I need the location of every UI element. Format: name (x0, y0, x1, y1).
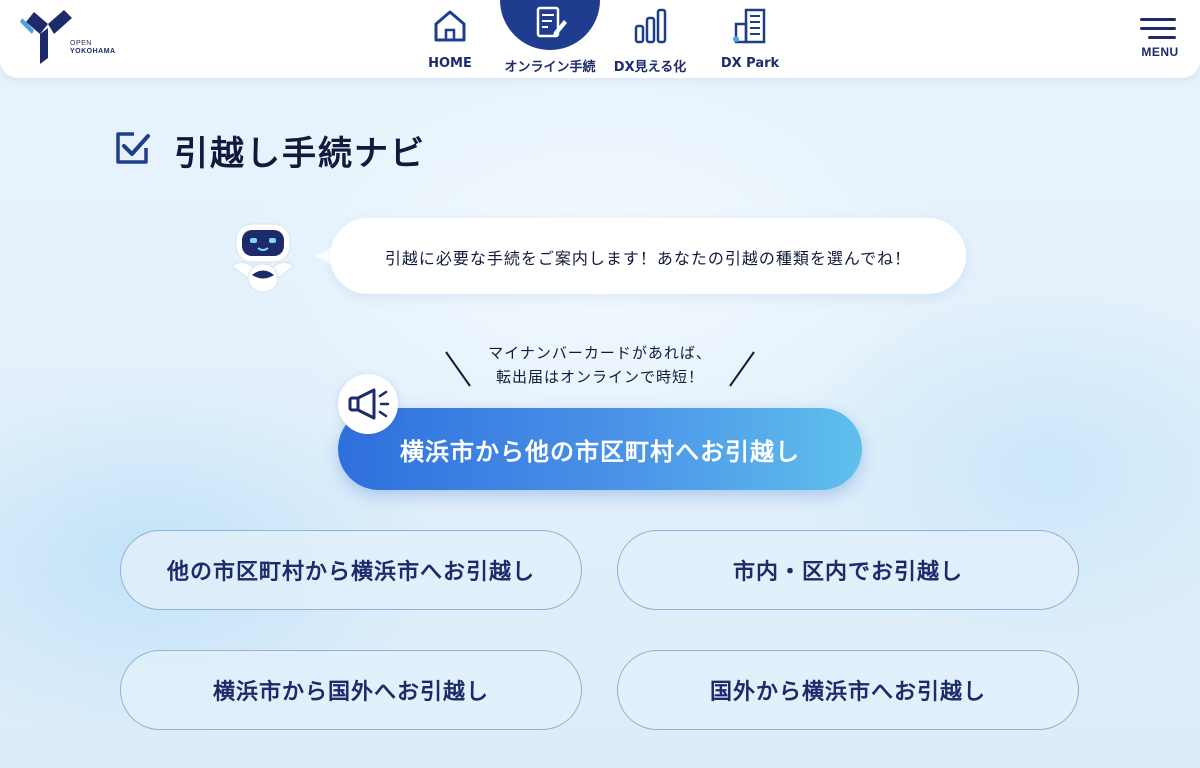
buildings-icon (733, 8, 766, 44)
speech-bubble-text: 引越に必要な手続をご案内します！あなたの引越の種類を選んでね！ (384, 249, 912, 268)
move-abroad-button[interactable]: 横浜市から国外へお引越し (120, 650, 582, 730)
hamburger-icon (1140, 18, 1180, 39)
checkbox-icon (116, 132, 150, 164)
move-out-of-yokohama-button[interactable]: 横浜市から他の市区町村へお引越し (338, 408, 862, 490)
home-icon (434, 10, 466, 42)
hint-line-2: 転出届はオンラインで時短！ (495, 368, 704, 386)
nav-item-home[interactable]: HOME (400, 0, 500, 78)
nav-label-online-procedures: オンライン手続 (504, 60, 596, 75)
hint-line-1: マイナンバーカードがあれば、 (488, 344, 712, 362)
open-yokohama-logo[interactable]: OPEN YOKOHAMA (20, 6, 115, 64)
my-number-hint: マイナンバーカードがあれば、 転出届はオンラインで時短！ (440, 338, 760, 388)
megaphone-badge (338, 374, 398, 434)
document-pen-icon (536, 6, 567, 38)
nav-item-dx-visualization[interactable]: DX見える化 (600, 0, 700, 78)
move-from-abroad-button[interactable]: 国外から横浜市へお引越し (617, 650, 1079, 730)
site-header: OPEN YOKOHAMA HOME オンライン手続 DX見える化 DX Par… (0, 0, 1200, 78)
nav-label-dx-visualization: DX見える化 (613, 60, 687, 75)
logo-text-small: OPEN (70, 40, 92, 47)
speech-bubble: 引越に必要な手続をご案内します！あなたの引越の種類を選んでね！ (330, 218, 966, 294)
move-within-city-button[interactable]: 市内・区内でお引越し (617, 530, 1079, 610)
move-into-yokohama-button[interactable]: 他の市区町村から横浜市へお引越し (120, 530, 582, 610)
bar-chart-icon (634, 8, 667, 44)
menu-label: MENU (1141, 45, 1179, 59)
nav-item-online-procedures[interactable]: オンライン手続 (500, 0, 600, 78)
megaphone-icon (348, 388, 390, 420)
menu-button[interactable]: MENU (1140, 18, 1180, 64)
logo-text-big: YOKOHAMA (70, 48, 116, 55)
robot-mascot-icon (231, 223, 295, 293)
hint-right-slash (729, 351, 755, 387)
nav-label-dx-park: DX Park (720, 56, 780, 71)
page-title: 引越し手続ナビ (174, 134, 426, 174)
nav-item-dx-park[interactable]: DX Park (700, 0, 800, 78)
nav-label-home: HOME (428, 56, 472, 71)
